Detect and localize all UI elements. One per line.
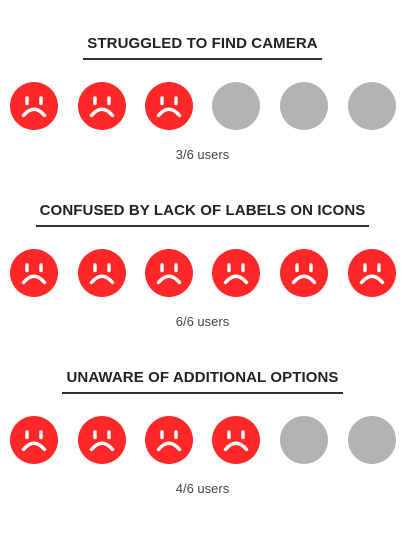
- gray-circle-icon: [280, 82, 328, 130]
- gray-circle-icon: [348, 82, 396, 130]
- finding-unaware-of-options: UNAWARE OF ADDITIONAL OPTIONS 4/6 users: [0, 369, 405, 496]
- user-count: 6/6 users: [175, 314, 230, 329]
- finding-confused-by-icon-labels: CONFUSED BY LACK OF LABELS ON ICONS 6/6 …: [0, 202, 405, 329]
- sad-face-icon: [212, 249, 260, 297]
- user-icons-row: [0, 249, 405, 297]
- user-count: 4/6 users: [175, 481, 230, 496]
- sad-face-icon: [10, 82, 58, 130]
- finding-title: STRUGGLED TO FIND CAMERA: [83, 35, 322, 60]
- sad-face-icon: [145, 82, 193, 130]
- sad-face-icon: [78, 82, 126, 130]
- finding-title: UNAWARE OF ADDITIONAL OPTIONS: [62, 369, 343, 394]
- sad-face-icon: [10, 416, 58, 464]
- sad-face-icon: [78, 416, 126, 464]
- sad-face-icon: [348, 249, 396, 297]
- gray-circle-icon: [212, 82, 260, 130]
- user-icons-row: [0, 82, 405, 130]
- sad-face-icon: [145, 249, 193, 297]
- sad-face-icon: [10, 249, 58, 297]
- gray-circle-icon: [280, 416, 328, 464]
- finding-struggled-to-find-camera: STRUGGLED TO FIND CAMERA 3/6 users: [0, 35, 405, 162]
- gray-circle-icon: [348, 416, 396, 464]
- user-count: 3/6 users: [175, 147, 230, 162]
- sad-face-icon: [212, 416, 260, 464]
- sad-face-icon: [145, 416, 193, 464]
- sad-face-icon: [280, 249, 328, 297]
- finding-title: CONFUSED BY LACK OF LABELS ON ICONS: [35, 202, 370, 227]
- sad-face-icon: [78, 249, 126, 297]
- user-icons-row: [0, 416, 405, 464]
